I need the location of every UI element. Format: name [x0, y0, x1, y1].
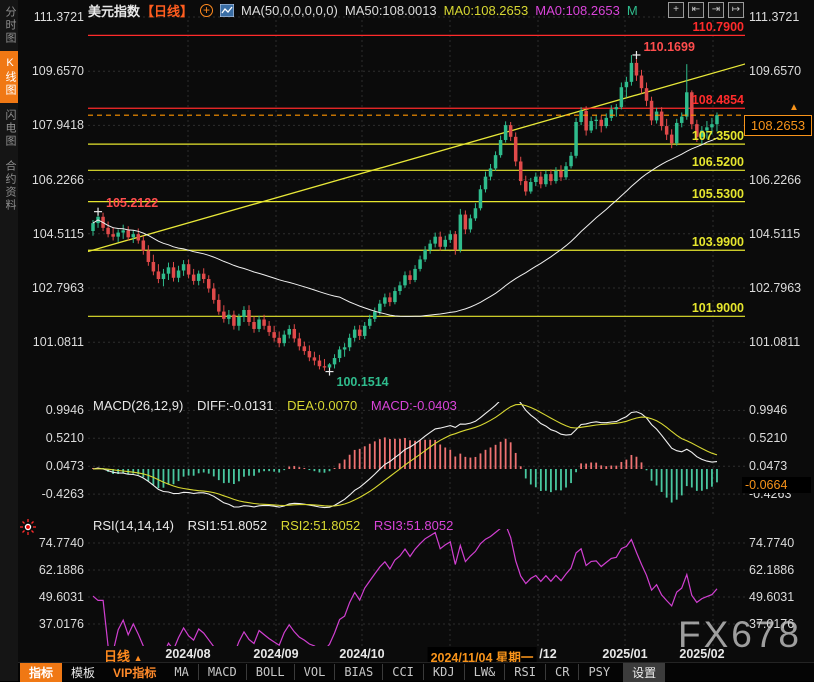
tab-指标[interactable]: 指标 — [20, 663, 62, 682]
macd-dea-value: DEA:0.0070 — [287, 398, 357, 413]
view-sidebar: 分时图K线图闪电图合约资料 — [0, 0, 18, 681]
macd-axis-badge: -0.0664 — [742, 477, 811, 493]
ma0-value-yellow: MA0:108.2653 — [444, 3, 529, 18]
tab-VIP指标[interactable]: VIP指标 — [104, 663, 165, 682]
tab-CCI[interactable]: CCI — [382, 664, 423, 680]
ma-formula: MA(50,0,0,0,0,0) — [241, 3, 338, 18]
ma50-value: MA50:108.0013 — [345, 3, 437, 18]
shift-right-icon[interactable]: ⇥ — [708, 2, 724, 18]
tab-MA[interactable]: MA — [165, 664, 197, 680]
tab-CR[interactable]: CR — [545, 664, 578, 680]
macd-formula: MACD(26,12,9) — [93, 398, 183, 413]
indicator-tabbar: 指标模板VIP指标MAMACDBOLLVOLBIASCCIKDJLW&RSICR… — [18, 662, 814, 681]
price-up-arrow-icon: ▲ — [789, 102, 799, 113]
ma-value-truncated: M — [627, 3, 638, 18]
chart-window: 分时图K线图闪电图合约资料 美元指数 【日线】 + MA(50,0,0,0,0,… — [0, 0, 814, 681]
macd-diff-value: DIFF:-0.0131 — [197, 398, 274, 413]
shift-left-icon[interactable]: ⇤ — [688, 2, 704, 18]
rsi2-value: RSI2:51.8052 — [281, 518, 361, 533]
rsi3-value: RSI3:51.8052 — [374, 518, 454, 533]
tab-模板[interactable]: 模板 — [62, 663, 104, 682]
tab-MACD[interactable]: MACD — [198, 664, 246, 680]
ma0-value-magenta: MA0:108.2653 — [535, 3, 620, 18]
period-tag[interactable]: 【日线】 — [141, 1, 193, 20]
macd-hist-value: MACD:-0.0403 — [371, 398, 457, 413]
chart-style-icon[interactable] — [220, 4, 234, 17]
tab-设置[interactable]: 设置 — [623, 663, 665, 682]
chart-canvas[interactable] — [0, 0, 814, 681]
sidebar-item-3[interactable]: 合约资料 — [0, 154, 18, 218]
live-session-icon — [20, 519, 36, 535]
toolbar-icon-group: +⇤⇥↦ — [668, 2, 744, 18]
watermark: FX678 — [678, 614, 802, 656]
crosshair-icon[interactable]: + — [668, 2, 684, 18]
last-price-badge[interactable]: 108.2653 — [744, 115, 812, 136]
macd-header: MACD(26,12,9) DIFF:-0.0131 DEA:0.0070 MA… — [93, 398, 467, 413]
rsi-formula: RSI(14,14,14) — [93, 518, 174, 533]
chart-toolbar: 美元指数 【日线】 + MA(50,0,0,0,0,0) MA50:108.00… — [88, 2, 638, 18]
add-indicator-icon[interactable]: + — [200, 4, 213, 17]
tab-BIAS[interactable]: BIAS — [334, 664, 382, 680]
rsi1-value: RSI1:51.8052 — [188, 518, 268, 533]
symbol-name: 美元指数 — [88, 1, 140, 20]
rsi-header: RSI(14,14,14) RSI1:51.8052 RSI2:51.8052 … — [93, 518, 463, 533]
tab-KDJ[interactable]: KDJ — [423, 664, 464, 680]
sidebar-item-1[interactable]: K线图 — [0, 51, 18, 103]
sidebar-item-0[interactable]: 分时图 — [0, 0, 18, 51]
goto-latest-icon[interactable]: ↦ — [728, 2, 744, 18]
tab-LW&[interactable]: LW& — [464, 664, 505, 680]
tab-RSI[interactable]: RSI — [504, 664, 545, 680]
tab-PSY[interactable]: PSY — [578, 664, 619, 680]
tab-VOL[interactable]: VOL — [294, 664, 335, 680]
tab-BOLL[interactable]: BOLL — [246, 664, 294, 680]
sidebar-item-2[interactable]: 闪电图 — [0, 103, 18, 154]
